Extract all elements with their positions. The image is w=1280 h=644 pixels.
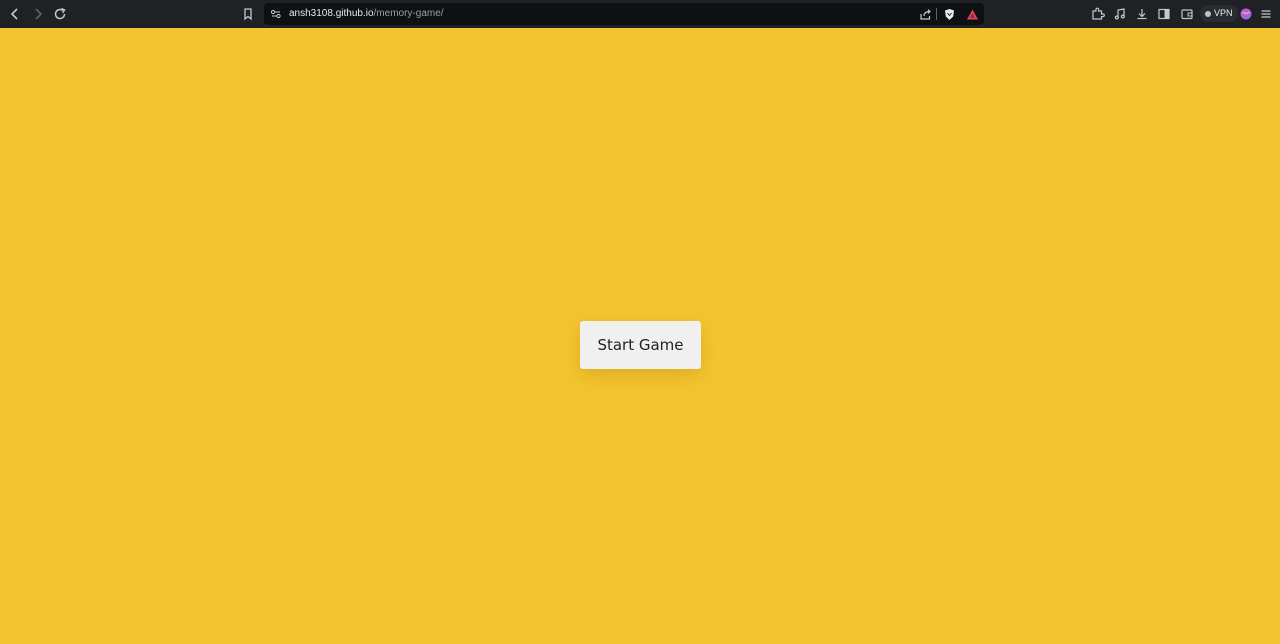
address-bar[interactable]: ansh3108.github.io/memory-game/ — [264, 3, 984, 25]
url-text[interactable]: ansh3108.github.io/memory-game/ — [289, 7, 444, 21]
start-game-button[interactable]: Start Game — [580, 321, 701, 369]
sidebar-icon[interactable] — [1154, 4, 1174, 24]
share-icon[interactable] — [915, 4, 935, 24]
url-host: ansh3108.github.io — [289, 8, 374, 19]
forward-icon[interactable] — [28, 4, 48, 24]
vpn-status-icon — [1205, 10, 1211, 17]
site-info-icon[interactable] — [266, 4, 286, 24]
brave-rewards-icon[interactable] — [962, 4, 982, 24]
vpn-button[interactable]: VPN — [1200, 5, 1238, 22]
browser-toolbar: ansh3108.github.io/memory-game/ VPN — [0, 0, 1280, 28]
downloads-icon[interactable] — [1132, 4, 1152, 24]
extensions-icon[interactable] — [1088, 4, 1108, 24]
vpn-label: VPN — [1214, 8, 1233, 18]
back-icon[interactable] — [5, 4, 25, 24]
reload-icon[interactable] — [50, 4, 70, 24]
page-content: Start Game — [0, 28, 1280, 644]
profile-avatar-icon[interactable] — [1236, 4, 1256, 24]
wallet-icon[interactable] — [1177, 4, 1197, 24]
media-icon[interactable] — [1110, 4, 1130, 24]
menu-icon[interactable] — [1256, 4, 1276, 24]
bookmark-icon[interactable] — [238, 4, 258, 24]
brave-shields-icon[interactable] — [939, 4, 959, 24]
address-separator — [936, 8, 937, 20]
url-path: /memory-game/ — [373, 8, 444, 19]
